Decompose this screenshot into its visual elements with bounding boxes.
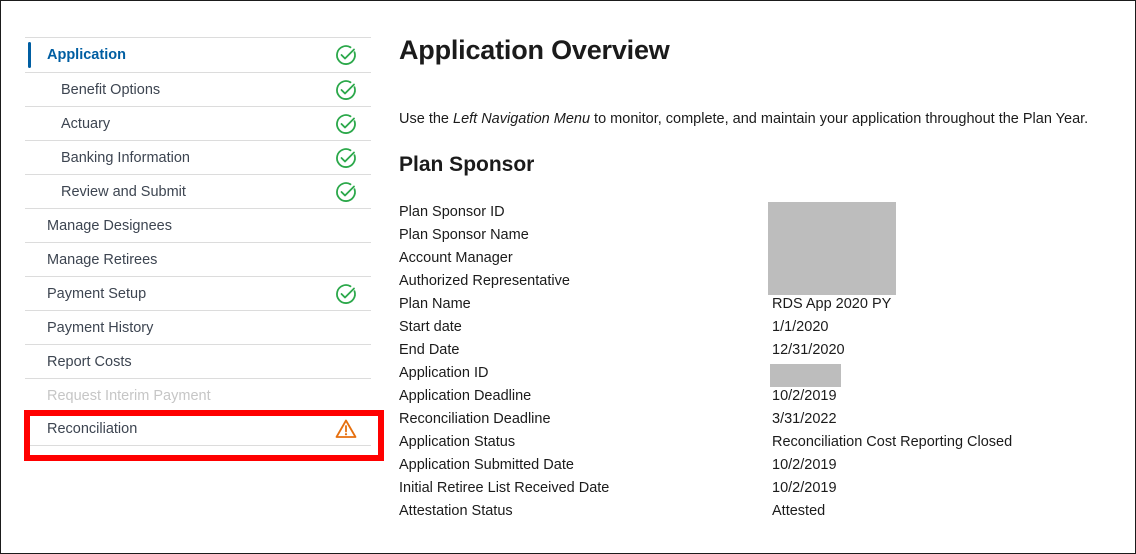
detail-value: Reconciliation Cost Reporting Closed: [772, 433, 1013, 450]
intro-text-emphasis: Left Navigation Menu: [453, 111, 591, 127]
detail-row-plan-sponsor-name: Plan Sponsor Name: [399, 223, 1119, 246]
sidebar-item-label: Banking Information: [61, 149, 190, 166]
detail-row-application-status: Application Status Reconciliation Cost Re…: [399, 430, 1119, 453]
detail-key: Reconciliation Deadline: [399, 410, 551, 427]
check-circle-icon: [335, 44, 357, 66]
detail-key: Application Status: [399, 433, 516, 450]
section-title-plan-sponsor: Plan Sponsor: [399, 153, 535, 176]
sidebar-item-label: Manage Designees: [47, 217, 172, 234]
detail-row-plan-name: Plan Name RDS App 2020 PY: [399, 292, 1119, 315]
sidebar-item-report-costs[interactable]: Report Costs: [25, 344, 371, 378]
detail-key: Plan Name: [399, 295, 471, 312]
redacted-sponsor-info-block: [768, 202, 896, 295]
detail-key: Authorized Representative: [399, 272, 570, 289]
detail-value: 1/1/2020: [772, 318, 829, 335]
check-circle-icon: [335, 113, 357, 135]
detail-value: 10/2/2019: [772, 479, 837, 496]
sidebar-item-label: Reconciliation: [47, 421, 138, 437]
detail-value: 12/31/2020: [772, 341, 845, 358]
page-title: Application Overview: [399, 35, 670, 65]
sidebar-item-reconciliation[interactable]: Reconciliation: [25, 412, 371, 446]
sidebar-item-application[interactable]: Application: [25, 37, 371, 72]
detail-row-application-submitted-date: Application Submitted Date 10/2/2019: [399, 453, 1119, 476]
redacted-application-id-block: [770, 364, 841, 387]
sidebar-item-manage-designees[interactable]: Manage Designees: [25, 208, 371, 242]
detail-row-start-date: Start date 1/1/2020: [399, 315, 1119, 338]
sidebar-item-label: Payment Setup: [47, 285, 147, 302]
sidebar-item-banking-information[interactable]: Banking Information: [25, 140, 371, 174]
detail-key: Application Deadline: [399, 387, 532, 404]
detail-value: 3/31/2022: [772, 410, 837, 427]
detail-row-application-deadline: Application Deadline 10/2/2019: [399, 384, 1119, 407]
check-circle-icon: [335, 79, 357, 101]
intro-text: Use the Left Navigation Menu to monitor,…: [399, 111, 1119, 127]
sidebar-item-manage-retirees[interactable]: Manage Retirees: [25, 242, 371, 276]
sidebar-item-payment-history[interactable]: Payment History: [25, 310, 371, 344]
sidebar-item-label: Benefit Options: [61, 81, 161, 98]
detail-row-initial-retiree-list-received-date: Initial Retiree List Received Date 10/2/2…: [399, 476, 1119, 499]
sidebar-item-label: Actuary: [61, 115, 111, 132]
detail-key: Attestation Status: [399, 502, 513, 519]
detail-row-plan-sponsor-id: Plan Sponsor ID: [399, 200, 1119, 223]
detail-key: Plan Sponsor Name: [399, 226, 529, 243]
sidebar-item-label: Payment History: [47, 319, 154, 336]
detail-key: Application ID: [399, 364, 489, 381]
detail-value: 10/2/2019: [772, 387, 837, 404]
detail-row-account-manager: Account Manager: [399, 246, 1119, 269]
detail-key: Initial Retiree List Received Date: [399, 479, 610, 496]
main-content: Application Overview Use the Left Naviga…: [399, 31, 1119, 522]
intro-text-after: to monitor, complete, and maintain your …: [590, 111, 1089, 127]
sidebar-item-payment-setup[interactable]: Payment Setup: [25, 276, 371, 310]
sidebar-item-label: Review and Submit: [61, 183, 186, 200]
sidebar-item-label: Manage Retirees: [47, 251, 158, 268]
sidebar-item-label: Report Costs: [47, 353, 132, 370]
sidebar-item-label: Application: [47, 47, 126, 63]
sidebar-item-benefit-options[interactable]: Benefit Options: [25, 72, 371, 106]
detail-value: 10/2/2019: [772, 456, 837, 473]
detail-row-end-date: End Date 12/31/2020: [399, 338, 1119, 361]
plan-sponsor-details: Plan Sponsor ID Plan Sponsor Name Accoun…: [399, 200, 1119, 522]
sidebar-item-label: Request Interim Payment: [47, 387, 211, 404]
detail-row-attestation-status: Attestation Status Attested: [399, 499, 1119, 522]
detail-key: Account Manager: [399, 249, 513, 266]
check-circle-icon: [335, 181, 357, 203]
warning-triangle-icon: [335, 418, 357, 440]
detail-value: RDS App 2020 PY: [772, 295, 892, 312]
detail-value: Attested: [772, 502, 826, 519]
detail-key: End Date: [399, 341, 460, 358]
detail-key: Application Submitted Date: [399, 456, 574, 473]
page-frame: Application Benefit Options Actuary Bank…: [0, 0, 1136, 554]
sidebar-item-request-interim-payment: Request Interim Payment: [25, 378, 371, 412]
detail-row-application-id: Application ID: [399, 361, 1119, 384]
detail-row-authorized-representative: Authorized Representative: [399, 269, 1119, 292]
detail-key: Plan Sponsor ID: [399, 203, 505, 220]
check-circle-icon: [335, 147, 357, 169]
sidebar-item-review-and-submit[interactable]: Review and Submit: [25, 174, 371, 208]
detail-row-reconciliation-deadline: Reconciliation Deadline 3/31/2022: [399, 407, 1119, 430]
detail-key: Start date: [399, 318, 462, 335]
left-navigation-menu: Application Benefit Options Actuary Bank…: [25, 37, 371, 446]
sidebar-item-actuary[interactable]: Actuary: [25, 106, 371, 140]
check-circle-icon: [335, 283, 357, 305]
intro-text-before: Use the: [399, 111, 453, 127]
